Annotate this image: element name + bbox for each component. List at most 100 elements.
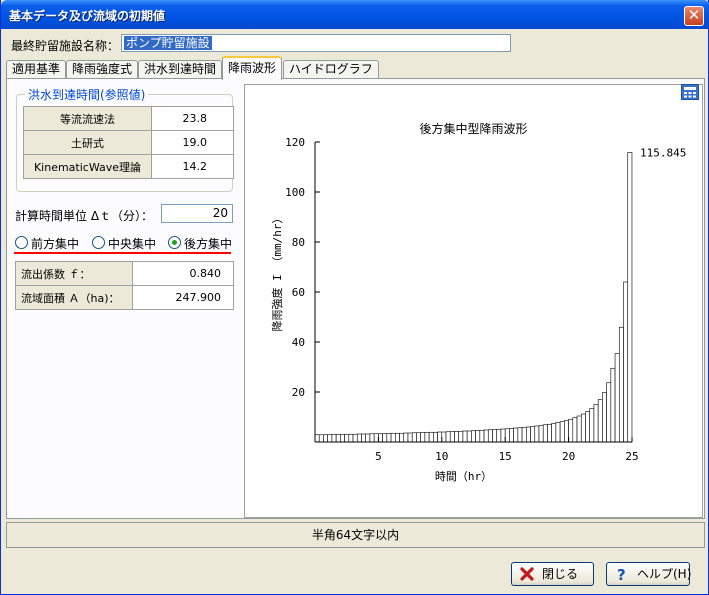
table-row: 土研式 19.0 bbox=[23, 130, 234, 155]
chart-bar bbox=[356, 433, 362, 443]
chart-bar bbox=[407, 432, 413, 443]
tab-kou-u-kyoudo-shiki[interactable]: 降雨強度式 bbox=[66, 60, 139, 79]
table-value: 23.8 bbox=[151, 106, 234, 131]
svg-text:?: ? bbox=[617, 566, 626, 582]
radio-label: 前方集中 bbox=[31, 237, 80, 251]
radio-circle[interactable] bbox=[15, 236, 28, 249]
table-row: 等流流速法 23.8 bbox=[23, 106, 234, 131]
chart-bar bbox=[538, 425, 544, 443]
tab-kouzui-toutatsu-jikan[interactable]: 洪水到達時間 bbox=[138, 60, 223, 79]
tab-kou-u-hakei[interactable]: 降雨波形 bbox=[222, 56, 283, 80]
help-question-icon: ? bbox=[617, 566, 626, 582]
chart-bar bbox=[492, 429, 498, 443]
chart-bar bbox=[403, 432, 409, 443]
chart-bar bbox=[627, 152, 633, 443]
chart-bar bbox=[496, 428, 502, 443]
param-value[interactable]: 247.900 bbox=[132, 285, 234, 310]
chart-bar bbox=[475, 430, 481, 443]
tab-label: 適用基準 bbox=[12, 62, 61, 76]
chart-y-tick-label: 20 bbox=[292, 386, 305, 399]
table-row: KinematicWave理論 14.2 bbox=[23, 154, 234, 179]
tab-label: 降雨強度式 bbox=[72, 62, 133, 76]
calculator-icon[interactable] bbox=[681, 84, 699, 100]
table-row: 流出係数 ｆ： 0.840 bbox=[15, 261, 234, 286]
chart-x-axis-label: 時間（hr） bbox=[435, 470, 492, 483]
radio-checked-dot bbox=[172, 240, 177, 245]
chart-bar bbox=[564, 420, 569, 443]
chart-frame: 後方集中型降雨波形 20 40 60 80 100 120 5 10 15 20 25 時間（hr） 降雨… bbox=[244, 84, 703, 518]
chart-bar bbox=[517, 427, 523, 443]
table-label: 等流流速法 bbox=[23, 106, 152, 131]
chart-bar bbox=[441, 431, 447, 443]
chart-bar bbox=[428, 431, 434, 443]
chart-bar bbox=[513, 427, 519, 443]
facility-name-label: 最終貯留施設名称： bbox=[11, 39, 120, 53]
dt-input[interactable]: 20 bbox=[161, 204, 233, 223]
chart-bar bbox=[386, 433, 392, 443]
chart-bar bbox=[551, 423, 557, 443]
flood-time-group-title: 洪水到達時間(参照値) bbox=[25, 86, 149, 103]
chart-bar bbox=[555, 422, 561, 443]
chart-bar bbox=[568, 418, 574, 443]
chart-bar bbox=[500, 428, 506, 443]
chart-x-tick-label: 5 bbox=[375, 450, 382, 463]
chart-bar bbox=[530, 426, 536, 443]
chart-bar bbox=[576, 415, 582, 443]
chart-bar bbox=[602, 392, 607, 443]
chart-bar bbox=[411, 432, 417, 443]
chart-bar bbox=[365, 433, 371, 443]
radio-circle[interactable] bbox=[168, 236, 181, 249]
window-close-button[interactable]: ✕ bbox=[684, 6, 704, 26]
param-value[interactable]: 0.840 bbox=[132, 261, 234, 286]
title-bar[interactable]: 基本データ及び流域の初期値 ✕ bbox=[1, 0, 709, 29]
chart-bar bbox=[352, 433, 358, 443]
table-label: KinematicWave理論 bbox=[23, 154, 152, 179]
chart-bar bbox=[585, 411, 591, 443]
chart-bar bbox=[479, 429, 485, 443]
chart-bar bbox=[504, 428, 510, 443]
chart-bar bbox=[335, 434, 341, 443]
status-bar: 半角64文字以内 bbox=[6, 522, 705, 548]
help-button-label: ヘルプ(H) bbox=[637, 567, 692, 581]
tab-hydrograph[interactable]: ハイドログラフ bbox=[283, 60, 379, 79]
table-value: 19.0 bbox=[151, 130, 234, 155]
chart-bar bbox=[344, 433, 350, 443]
chart-bar bbox=[314, 434, 320, 443]
close-x-icon bbox=[520, 567, 534, 581]
chart-x-tick-label: 15 bbox=[499, 450, 512, 463]
chart-bar bbox=[559, 421, 565, 443]
chart-bar bbox=[437, 431, 443, 443]
chart-peak-label: 115.845 bbox=[640, 146, 686, 159]
facility-name-input[interactable]: ポンプ貯留施設 bbox=[121, 34, 511, 52]
chart-bar bbox=[534, 425, 540, 443]
chart-x-tick-label: 20 bbox=[562, 450, 575, 463]
chart-bar bbox=[580, 413, 586, 443]
table-value: 14.2 bbox=[151, 154, 234, 179]
chart-bar bbox=[394, 432, 400, 443]
chart-bar bbox=[373, 433, 379, 443]
chart-bar bbox=[449, 431, 455, 443]
param-label: 流出係数 ｆ： bbox=[15, 261, 133, 286]
chart-bar bbox=[323, 434, 328, 443]
chart-bar bbox=[361, 433, 367, 443]
close-button[interactable]: 閉じる bbox=[511, 562, 594, 586]
chart-bar bbox=[589, 408, 595, 443]
facility-name-value: ポンプ貯留施設 bbox=[124, 36, 212, 50]
help-button[interactable]: ? ヘルプ(H) bbox=[606, 562, 692, 586]
chart-bar bbox=[454, 431, 459, 443]
tab-label: 降雨波形 bbox=[228, 61, 277, 75]
window-title: 基本データ及び流域の初期値 bbox=[9, 9, 166, 23]
chart-bar bbox=[462, 430, 468, 443]
calculator-glyph bbox=[684, 87, 696, 98]
chart-bar bbox=[399, 432, 405, 443]
chart-bar bbox=[318, 434, 324, 443]
chart-bar bbox=[416, 432, 421, 443]
chart-bar bbox=[382, 433, 388, 443]
chart-bar bbox=[331, 434, 337, 443]
chart-bar bbox=[433, 431, 438, 443]
chart-y-tick-label: 60 bbox=[292, 286, 305, 299]
tab-tekiyo-kijun[interactable]: 適用基準 bbox=[6, 60, 67, 79]
chart-bar bbox=[618, 326, 624, 443]
chart-bar bbox=[623, 281, 629, 443]
radio-circle[interactable] bbox=[92, 236, 105, 249]
